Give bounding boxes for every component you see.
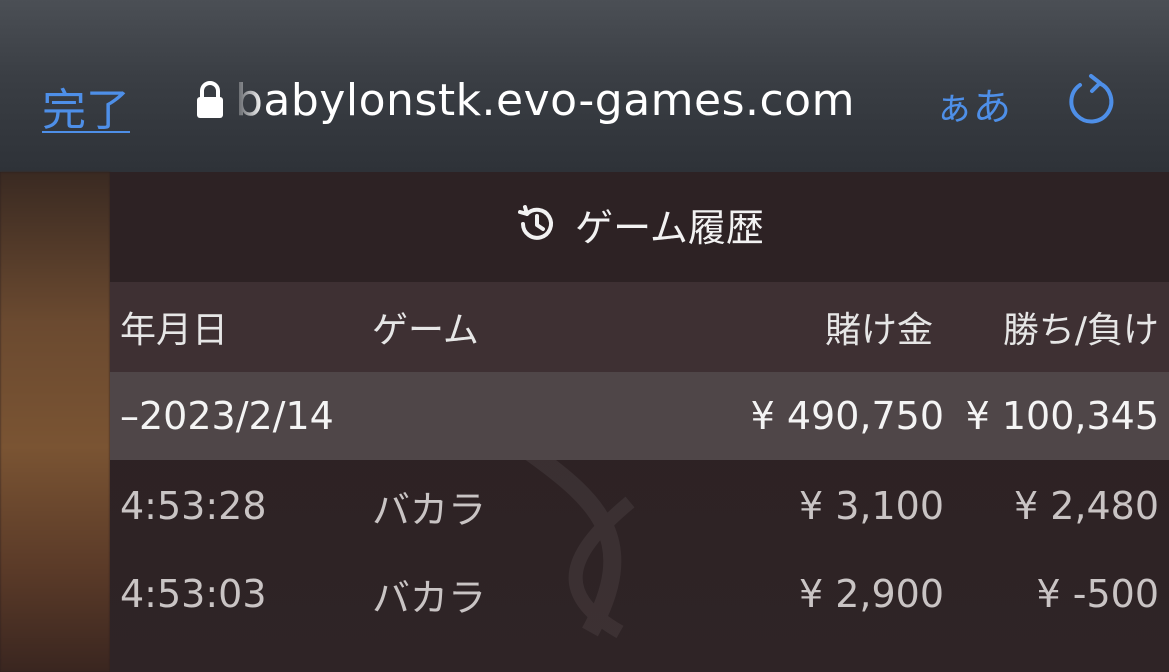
lock-icon <box>195 78 225 122</box>
column-header-date: 年月日 <box>120 310 229 351</box>
address-bar[interactable]: babylonstk.evo-games.com <box>195 72 855 128</box>
row-win-loss: ¥ -500 <box>1036 572 1160 616</box>
table-row[interactable]: 4:53:03 バカラ ¥ 2,900 ¥ -500 <box>110 550 1169 638</box>
column-header-game: ゲーム <box>372 310 479 351</box>
game-history-panel: ゲーム履歴 年月日 ゲーム 賭け金 勝ち/負け –2023/2/14 ¥ 490… <box>110 172 1169 672</box>
column-header-bet: 賭け金 <box>824 310 933 351</box>
browser-toolbar: 完了 babylonstk.evo-games.com ぁあ <box>0 0 1169 172</box>
reload-button[interactable] <box>1063 72 1119 128</box>
row-time: 4:53:03 <box>120 572 267 616</box>
panel-title: ゲーム履歴 <box>575 205 764 250</box>
history-icon <box>518 205 554 240</box>
table-header-row: 年月日 ゲーム 賭け金 勝ち/負け <box>110 282 1169 372</box>
row-bet: ¥ 3,100 <box>798 484 944 528</box>
background-game-view <box>0 172 110 672</box>
done-button[interactable]: 完了 <box>42 74 130 138</box>
row-bet: ¥ 2,900 <box>798 572 944 616</box>
row-time: 4:53:28 <box>120 484 267 528</box>
date-summary-row[interactable]: –2023/2/14 ¥ 490,750 ¥ 100,345 <box>110 372 1169 460</box>
reload-icon <box>1069 74 1114 124</box>
panel-header: ゲーム履歴 <box>110 172 1169 282</box>
row-win-loss: ¥ 2,480 <box>1013 484 1159 528</box>
summary-win-loss: ¥ 100,345 <box>965 394 1159 438</box>
text-size-button[interactable]: ぁあ <box>935 76 1011 131</box>
summary-date: –2023/2/14 <box>120 394 334 438</box>
summary-bet: ¥ 490,750 <box>750 394 944 438</box>
url-text: babylonstk.evo-games.com <box>235 74 855 126</box>
table-row[interactable]: 4:53:28 バカラ ¥ 3,100 ¥ 2,480 <box>110 462 1169 550</box>
row-game: バカラ <box>372 487 487 532</box>
row-game: バカラ <box>372 575 487 620</box>
column-header-win-loss: 勝ち/負け <box>1002 310 1159 351</box>
